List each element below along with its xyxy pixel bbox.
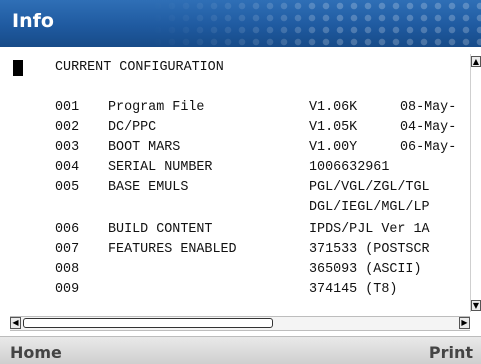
scroll-left-arrow-icon[interactable]: ◀	[10, 317, 21, 329]
print-button[interactable]: Print	[429, 343, 473, 362]
config-row: 008 365093 (ASCII)	[10, 260, 470, 280]
row-name: SERIAL NUMBER	[108, 160, 213, 175]
scroll-right-arrow-icon[interactable]: ▶	[459, 317, 470, 329]
row-value: 374145 (T8)	[309, 282, 398, 297]
row-name: BASE EMULS	[108, 180, 189, 195]
row-value: V1.05K	[309, 120, 358, 135]
title-bar: Info	[0, 0, 481, 47]
row-value: PGL/VGL/ZGL/TGL	[309, 180, 430, 195]
row-value: V1.06K	[309, 100, 358, 115]
row-date: 06-May-	[400, 140, 457, 155]
config-row: 009 374145 (T8)	[10, 280, 470, 300]
row-number: 007	[55, 242, 80, 257]
horizontal-scrollbar[interactable]: ◀ ▶	[10, 316, 470, 331]
row-number: 003	[55, 140, 80, 155]
row-number: 009	[55, 282, 80, 297]
config-heading-line: CURRENT CONFIGURATION	[10, 58, 470, 78]
row-name: Program File	[108, 100, 205, 115]
row-number: 002	[55, 120, 80, 135]
row-name: DC/PPC	[108, 120, 157, 135]
config-row: 004 SERIAL NUMBER 1006632961	[10, 158, 470, 178]
row-number: 008	[55, 262, 80, 277]
config-text-area: CURRENT CONFIGURATION 001 Program File V…	[10, 54, 470, 312]
row-value: V1.00Y	[309, 140, 358, 155]
row-value: 371533 (POSTSCR	[309, 242, 430, 257]
scroll-up-arrow-icon[interactable]: ▲	[471, 56, 481, 67]
home-button[interactable]: Home	[10, 343, 62, 362]
config-row: DGL/IEGL/MGL/LP	[10, 198, 470, 218]
row-number: 006	[55, 222, 80, 237]
row-name: FEATURES ENABLED	[108, 242, 237, 257]
row-number: 004	[55, 160, 80, 175]
page-title: Info	[12, 10, 54, 32]
row-value: 1006632961	[309, 160, 390, 175]
row-number: 001	[55, 100, 80, 115]
config-row: 002 DC/PPC V1.05K 04-May-	[10, 118, 470, 138]
config-row: 005 BASE EMULS PGL/VGL/ZGL/TGL	[10, 178, 470, 198]
config-heading: CURRENT CONFIGURATION	[55, 60, 224, 75]
row-date: 08-May-	[400, 100, 457, 115]
softkey-bar: Home Print	[0, 336, 481, 364]
row-number: 005	[55, 180, 80, 195]
scroll-down-arrow-icon[interactable]: ▼	[471, 300, 481, 311]
row-value: DGL/IEGL/MGL/LP	[309, 200, 430, 215]
row-value: IPDS/PJL Ver 1A	[309, 222, 430, 237]
config-row: 003 BOOT MARS V1.00Y 06-May-	[10, 138, 470, 158]
vertical-scrollbar[interactable]: ▲ ▼	[470, 54, 481, 312]
title-bar-pattern	[151, 0, 481, 47]
row-name: BUILD CONTENT	[108, 222, 213, 237]
row-value: 365093 (ASCII)	[309, 262, 422, 277]
horizontal-scroll-thumb[interactable]	[23, 318, 273, 328]
row-name: BOOT MARS	[108, 140, 181, 155]
config-row: 006 BUILD CONTENT IPDS/PJL Ver 1A	[10, 220, 470, 240]
row-date: 04-May-	[400, 120, 457, 135]
config-row: 007 FEATURES ENABLED 371533 (POSTSCR	[10, 240, 470, 260]
config-row: 001 Program File V1.06K 08-May-	[10, 98, 470, 118]
